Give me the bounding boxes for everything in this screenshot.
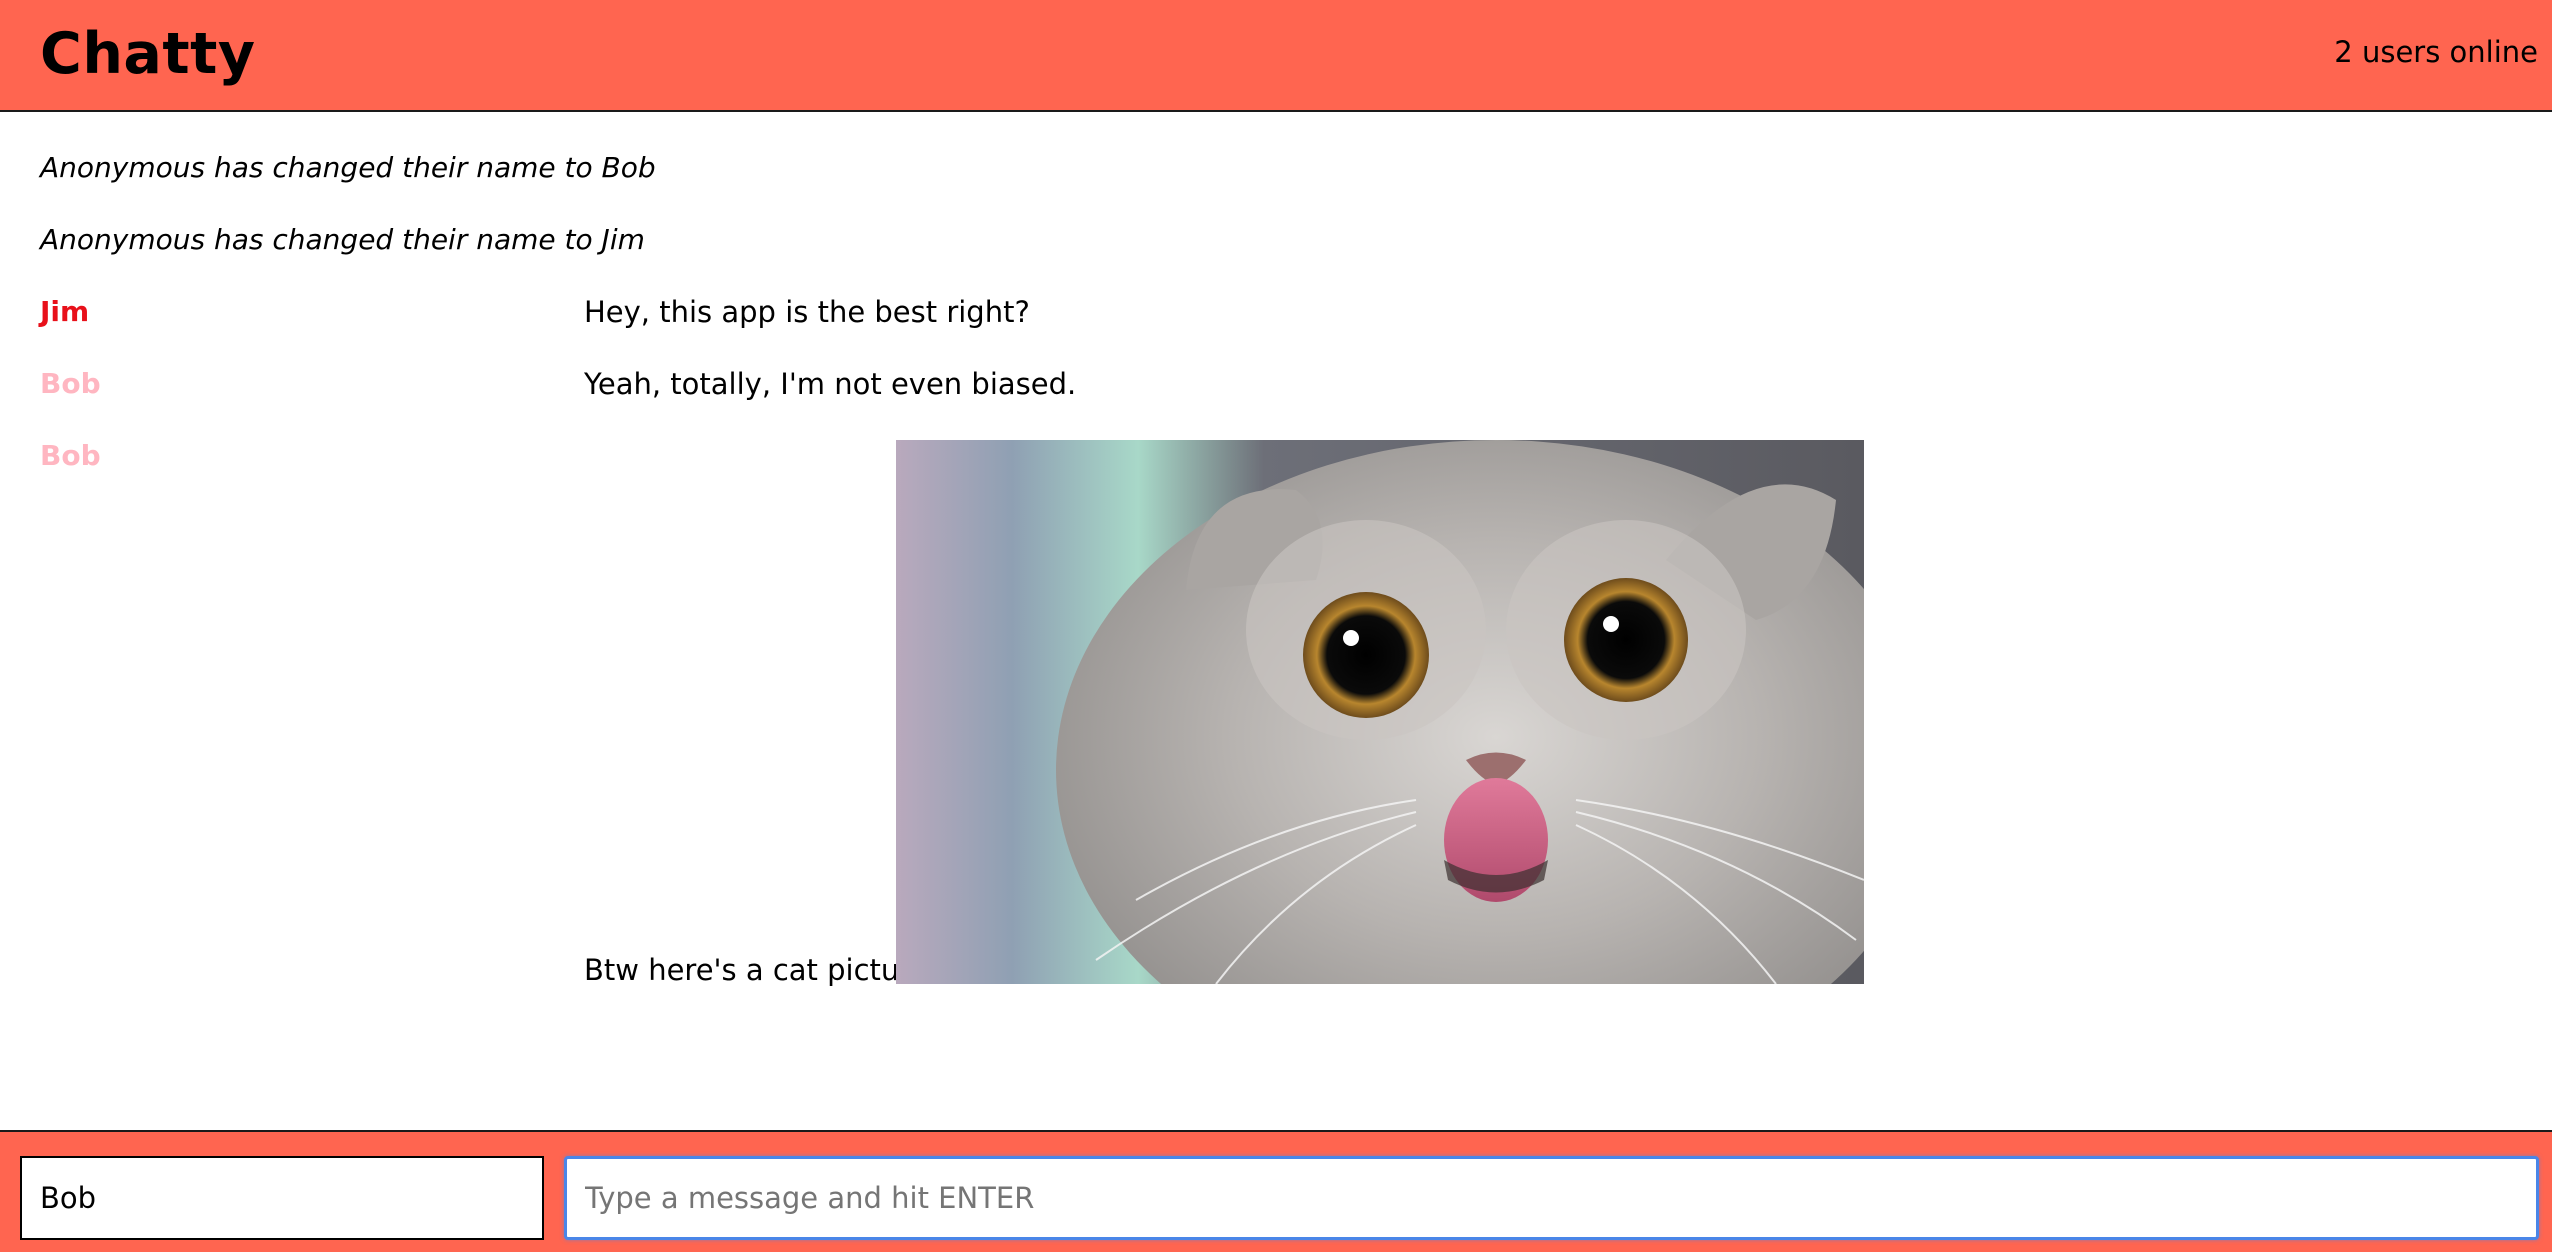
system-message: Anonymous has changed their name to Bob: [40, 151, 656, 184]
cat-picture: [896, 440, 1864, 984]
system-message: Anonymous has changed their name to Jim: [40, 223, 645, 256]
message-input[interactable]: [564, 1156, 2539, 1240]
chat-bar: [0, 1130, 2552, 1252]
message-username: Jim: [40, 295, 90, 328]
brand-logo[interactable]: Chatty: [40, 14, 256, 94]
message-content: Btw here's a cat picture: [584, 953, 929, 987]
navbar: Chatty 2 users online: [0, 0, 2552, 112]
username-input[interactable]: [20, 1156, 544, 1240]
message-content: Yeah, totally, I'm not even biased.: [584, 367, 1077, 401]
message-username: Bob: [40, 367, 101, 400]
users-online-count: 2 users online: [2334, 35, 2538, 69]
message-content: Hey, this app is the best right?: [584, 295, 1030, 329]
message-username: Bob: [40, 439, 101, 472]
